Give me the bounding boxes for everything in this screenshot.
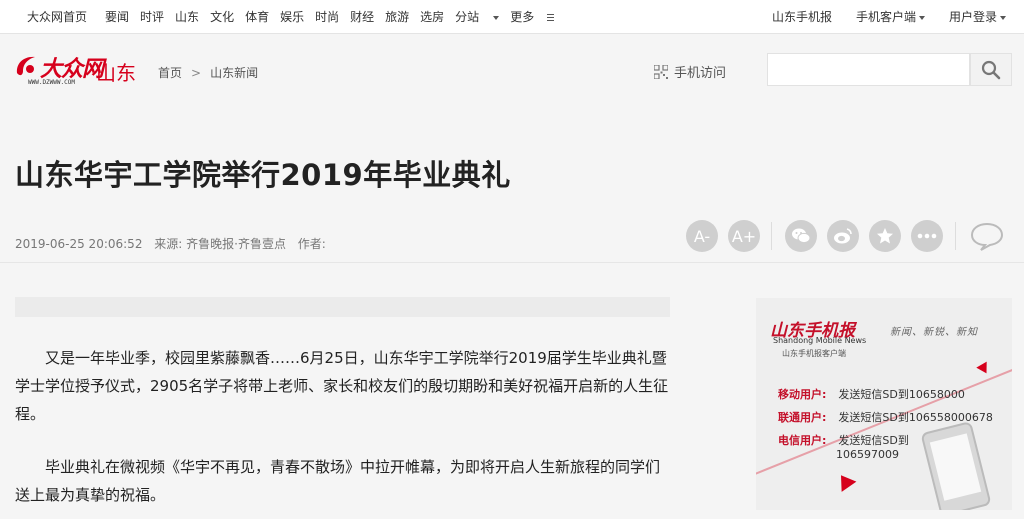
more-icon: [917, 233, 937, 239]
font-increase-label: A+: [731, 226, 757, 246]
article-date: 2019-06-25 20:06:52: [15, 237, 143, 251]
ad-row-key: 联通用户:: [778, 411, 827, 424]
logo-region-text: 山东: [96, 61, 136, 85]
menu-icon: [547, 14, 555, 21]
article-author: 作者:: [297, 237, 326, 251]
article-paragraph: 毕业典礼在微视频《华宇不再见，青春不散场》中拉开帷幕，为即将开启人生新旅程的同学…: [15, 458, 661, 504]
ad-row-telecom: 电信用户: 发送短信SD到: [778, 432, 909, 448]
article-title: 山东华宇工学院举行2019年毕业典礼: [15, 158, 511, 192]
top-nav-left: 大众网首页 要闻 时评 山东 文化 体育 娱乐 时尚 财经 旅游 选房 分站 更…: [27, 0, 565, 33]
top-nav-right: 山东手机报 手机客户端 用户登录: [760, 0, 1006, 33]
nav-link-culture[interactable]: 文化: [210, 8, 234, 25]
article-source: 来源: 齐鲁晚报·齐鲁壹点: [154, 237, 286, 251]
more-share-button[interactable]: [911, 220, 943, 252]
nav-mobile-client-link[interactable]: 手机客户端: [844, 8, 925, 25]
ad-slogan: 新闻、新锐、新知: [890, 327, 978, 338]
ad-subtitle: 山东手机报客户端: [782, 349, 846, 358]
nav-link-finance[interactable]: 财经: [350, 8, 374, 25]
ad-english-title: Shandong Mobile News: [773, 336, 867, 345]
ad-row-key: 电信用户:: [778, 434, 827, 447]
site-logo[interactable]: 大众网 山东 WWW.DZWWW.COM: [14, 51, 144, 91]
nav-more-label: 更多: [510, 10, 535, 24]
share-weibo-button[interactable]: [827, 220, 859, 252]
favorite-button[interactable]: [869, 220, 901, 252]
nav-branches-label: 分站: [455, 10, 480, 24]
nav-link-housing[interactable]: 选房: [420, 8, 444, 25]
ad-row-mobile: 移动用户: 发送短信SD到10658000: [778, 386, 965, 402]
nav-link-entertainment[interactable]: 娱乐: [280, 8, 304, 25]
article-summary-band: [15, 297, 670, 317]
top-nav-bar: 大众网首页 要闻 时评 山东 文化 体育 娱乐 时尚 财经 旅游 选房 分站 更…: [0, 0, 1024, 34]
favorite-icon: [877, 228, 893, 244]
ad-row-telecom-number: 106597009: [836, 448, 899, 461]
nav-link-news[interactable]: 要闻: [105, 8, 129, 25]
breadcrumb: 首页 > 山东新闻: [158, 64, 258, 81]
article-meta: 2019-06-25 20:06:52 来源: 齐鲁晚报·齐鲁壹点 作者:: [15, 235, 334, 252]
mobile-news-ad[interactable]: 山东手机报 新闻、新锐、新知 Shandong Mobile News 山东手机…: [756, 298, 1012, 510]
nav-link-sports[interactable]: 体育: [245, 8, 269, 25]
nav-mobile-newspaper-link[interactable]: 山东手机报: [772, 8, 832, 25]
ad-row-value: 106597009: [836, 448, 899, 461]
weibo-icon: [834, 228, 852, 244]
mobile-access-link[interactable]: 手机访问: [654, 62, 726, 81]
font-increase-button[interactable]: A+: [728, 220, 760, 252]
nav-user-login-label: 用户登录: [948, 10, 997, 24]
search-icon: [981, 60, 1001, 79]
mobile-access-label: 手机访问: [674, 66, 727, 81]
breadcrumb-shandong-news[interactable]: 山东新闻: [210, 66, 258, 80]
nav-link-commentary[interactable]: 时评: [140, 8, 164, 25]
ad-arrow-icon: [833, 470, 857, 492]
ad-row-value: 发送短信SD到106558000678: [838, 411, 993, 424]
tools-divider: [771, 222, 772, 250]
search-button[interactable]: [970, 53, 1012, 86]
nav-link-fashion[interactable]: 时尚: [315, 8, 339, 25]
search-input[interactable]: [767, 53, 970, 86]
article-paragraph: 又是一年毕业季，校园里紫藤飘香……6月25日，山东华宇工学院举行2019届学生毕…: [15, 349, 669, 423]
breadcrumb-home[interactable]: 首页: [158, 66, 182, 80]
chevron-down-icon: [493, 15, 500, 20]
nav-mobile-client-label: 手机客户端: [855, 10, 916, 24]
ad-row-key: 移动用户:: [778, 388, 827, 401]
chevron-down-icon: [1000, 15, 1006, 20]
font-decrease-label: A-: [693, 226, 711, 246]
breadcrumb-separator: >: [191, 66, 202, 80]
ad-row-value: 发送短信SD到10658000: [838, 388, 965, 401]
comment-button[interactable]: [969, 220, 1005, 252]
ad-row-value: 发送短信SD到: [838, 434, 909, 447]
nav-link-branches[interactable]: 分站: [455, 8, 500, 25]
comment-icon: [970, 222, 1004, 251]
nav-link-travel[interactable]: 旅游: [385, 8, 409, 25]
logo-url-text: WWW.DZWWW.COM: [28, 79, 75, 86]
share-wechat-button[interactable]: [785, 220, 817, 252]
nav-user-login-link[interactable]: 用户登录: [937, 8, 1006, 25]
font-decrease-button[interactable]: A-: [686, 220, 718, 252]
phone-illustration: [920, 420, 992, 510]
tools-divider: [955, 222, 956, 250]
nav-link-more[interactable]: 更多: [510, 8, 555, 25]
logo-swirl-icon: [16, 56, 35, 76]
qr-code-icon: [654, 64, 668, 79]
nav-link-shandong[interactable]: 山东: [175, 8, 199, 25]
header-divider: [0, 262, 1024, 263]
nav-home-link[interactable]: 大众网首页: [27, 8, 87, 25]
ad-arrow-icon: [976, 361, 992, 377]
wechat-icon: [792, 228, 811, 244]
chevron-down-icon: [918, 15, 925, 20]
